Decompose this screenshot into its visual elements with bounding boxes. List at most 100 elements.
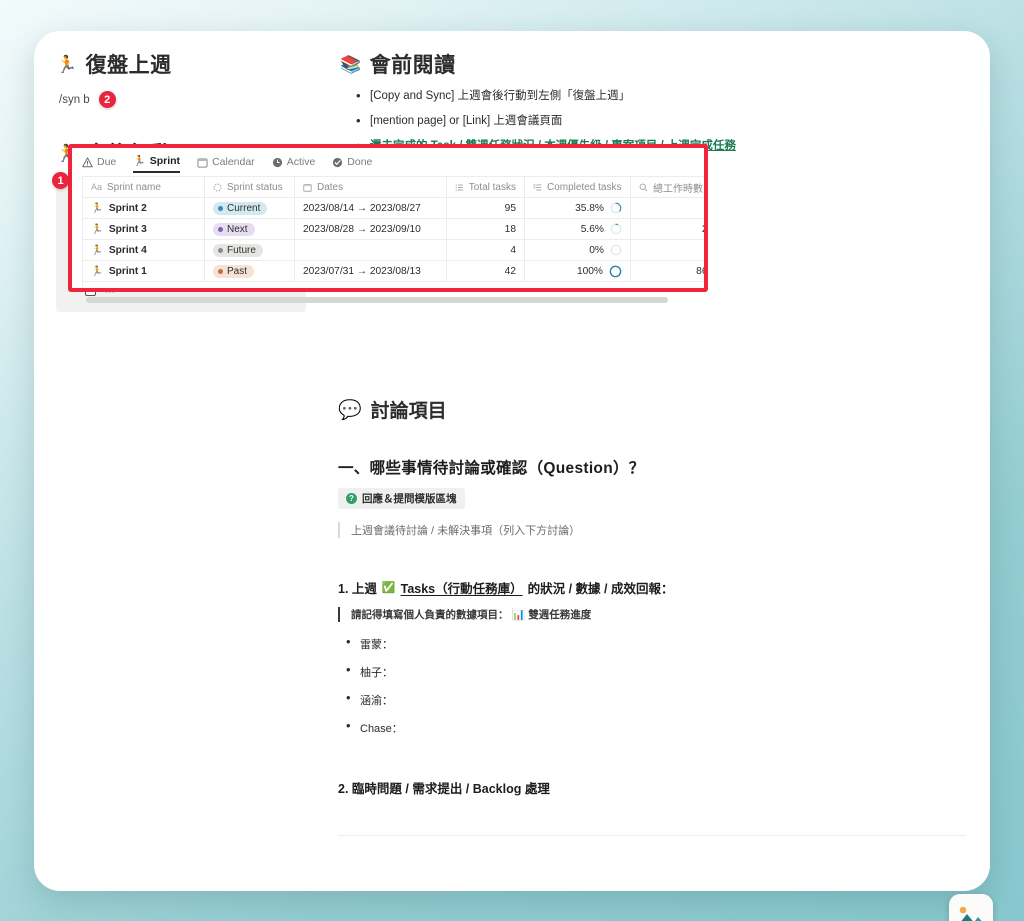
status-dot-icon bbox=[218, 205, 223, 211]
cell-total-tasks[interactable]: 18 bbox=[446, 218, 525, 240]
column-header-sprint-name[interactable]: Aa Sprint name bbox=[82, 176, 205, 198]
pre-meeting-reading-heading: 📚 會前閱讀 bbox=[340, 49, 990, 79]
cell-dates[interactable] bbox=[294, 239, 447, 261]
discussion-heading: 💬 討論項目 bbox=[338, 396, 966, 423]
cell-completed-tasks[interactable]: 35.8% bbox=[524, 197, 631, 219]
runner-icon: 🏃 bbox=[133, 155, 146, 167]
calendar-icon bbox=[197, 157, 208, 168]
cell-total-tasks[interactable]: 4 bbox=[446, 239, 525, 261]
rollup-icon bbox=[455, 184, 464, 190]
progress-ring-icon bbox=[610, 223, 622, 235]
template-block-chip[interactable]: ? 回應＆提問模版區塊 bbox=[338, 488, 465, 509]
list-item: 柚子： bbox=[346, 662, 966, 680]
item-2-heading: 2. 臨時問題 / 需求提出 / Backlog 處理 bbox=[338, 782, 550, 796]
column-header-dates[interactable]: Dates bbox=[294, 176, 447, 198]
progress-ring-icon bbox=[610, 244, 622, 256]
status-label: Past bbox=[227, 265, 248, 277]
sprint-name-text: Sprint 1 bbox=[108, 265, 147, 277]
status-label: Future bbox=[227, 244, 256, 256]
horizontal-scrollbar-thumb[interactable] bbox=[86, 297, 668, 303]
cell-completed-tasks[interactable]: 5.6% bbox=[524, 218, 631, 240]
cell-sprint-status[interactable]: Past bbox=[204, 260, 295, 282]
view-tab-calendar[interactable]: Calendar bbox=[197, 156, 255, 172]
item-1-quote: 請記得填寫個人負責的數據項目： 📊 雙週任務進度 bbox=[338, 607, 966, 622]
completed-pct-text: 35.8% bbox=[575, 202, 604, 214]
image-icon bbox=[949, 894, 993, 921]
runner-icon: 🏃 bbox=[91, 223, 103, 235]
bullet-item: [mention page] or [Link] 上週會議頁面 bbox=[356, 113, 990, 130]
new-row-label: New bbox=[103, 287, 124, 288]
completed-pct-text: 100% bbox=[576, 265, 603, 277]
cell-sprint-name[interactable]: 🏃 Sprint 1 bbox=[82, 260, 205, 282]
database-view-tabs: Due 🏃 Sprint Calendar Active Done bbox=[82, 155, 704, 176]
cell-total-tasks[interactable]: 42 bbox=[446, 260, 525, 282]
chip-label: 回應＆提問模版區塊 bbox=[362, 493, 457, 505]
document-page-card: 🏃 復盤上週 /syn b 2 🏃 會後行動 1 1 2 會 bbox=[34, 31, 990, 891]
completed-pct-text: 0% bbox=[589, 244, 604, 256]
cell-dates[interactable]: 2023/08/14 → 2023/08/27 bbox=[294, 197, 447, 219]
item-1-link[interactable]: Tasks（行動任務庫） bbox=[401, 578, 523, 597]
view-tab-due[interactable]: Due bbox=[82, 156, 116, 172]
runner-icon: 🏃 bbox=[91, 265, 103, 277]
sprint-table: Aa Sprint name Sprint status Dates Total… bbox=[82, 176, 704, 282]
cell-sprint-name[interactable]: 🏃 Sprint 2 bbox=[82, 197, 205, 219]
cell-sprint-name[interactable]: 🏃 Sprint 3 bbox=[82, 218, 205, 240]
view-tab-sprint[interactable]: 🏃 Sprint bbox=[133, 155, 181, 173]
view-tab-done[interactable]: Done bbox=[332, 156, 372, 172]
cell-dates[interactable]: 2023/07/31 → 2023/08/13 bbox=[294, 260, 447, 282]
table-header-row: Aa Sprint name Sprint status Dates Total… bbox=[82, 176, 704, 198]
view-tab-label: Sprint bbox=[149, 155, 181, 167]
runner-icon: 🏃 bbox=[91, 202, 103, 214]
cell-work-hours[interactable]: 0 bbox=[630, 239, 704, 261]
item-1-quote-prefix: 請記得填寫個人負責的數據項目： bbox=[351, 609, 509, 621]
view-tab-label: Done bbox=[347, 156, 373, 168]
column-header-sprint-status[interactable]: Sprint status bbox=[204, 176, 295, 198]
sprint-database-highlight-box: Due 🏃 Sprint Calendar Active Done Aa Spr… bbox=[68, 144, 708, 292]
cell-work-hours[interactable]: 97 bbox=[630, 197, 704, 219]
step-badge-1: 1 bbox=[52, 172, 69, 189]
cell-total-tasks[interactable]: 95 bbox=[446, 197, 525, 219]
table-row[interactable]: 🏃 Sprint 3 Next 2023/08/28 → 2023/09/10 … bbox=[82, 218, 704, 240]
question-section-heading: 一、哪些事情待討論或確認（Question）？ bbox=[338, 460, 645, 477]
cell-work-hours[interactable]: 86.5 bbox=[630, 260, 704, 282]
column-label: 總工作時數 bbox=[653, 183, 703, 195]
view-tab-active[interactable]: Active bbox=[272, 156, 316, 172]
runner-icon: 🏃 bbox=[91, 244, 103, 256]
status-dot-icon bbox=[218, 226, 223, 232]
cell-sprint-status[interactable]: Next bbox=[204, 218, 295, 240]
column-header-total-tasks[interactable]: Total tasks bbox=[446, 176, 525, 198]
review-last-week-heading: 🏃 復盤上週 bbox=[56, 49, 306, 79]
table-row[interactable]: 🏃 Sprint 4 Future 4 0% bbox=[82, 239, 704, 261]
sprint-name-text: Sprint 2 bbox=[108, 202, 147, 214]
cell-completed-tasks[interactable]: 0% bbox=[524, 239, 631, 261]
progress-ring-icon bbox=[610, 202, 622, 214]
cell-sprint-status[interactable]: Future bbox=[204, 239, 295, 261]
item-1-quote-link[interactable]: 雙週任務進度 bbox=[528, 607, 591, 622]
image-app-icon[interactable] bbox=[949, 894, 993, 921]
cell-completed-tasks[interactable]: 100% bbox=[524, 260, 631, 282]
sprint-name-text: Sprint 3 bbox=[108, 223, 147, 235]
check-circle-icon bbox=[333, 157, 343, 167]
pre-meeting-reading-label: 會前閱讀 bbox=[369, 54, 456, 77]
cell-dates[interactable]: 2023/08/28 → 2023/09/10 bbox=[294, 218, 447, 240]
add-new-row-button[interactable]: + New bbox=[82, 282, 704, 288]
step-badge-2: 2 bbox=[98, 91, 116, 108]
status-pill: Past bbox=[213, 264, 255, 278]
cell-sprint-status[interactable]: Current bbox=[204, 197, 295, 219]
syn-command-row: /syn b 2 bbox=[59, 91, 306, 108]
progress-ring-icon bbox=[609, 265, 622, 277]
cell-work-hours[interactable]: 2.5 bbox=[630, 218, 704, 240]
column-header-completed-tasks[interactable]: Completed tasks bbox=[524, 176, 631, 198]
discussion-section: 💬 討論項目 一、哪些事情待討論或確認（Question）？ ? 回應＆提問模版… bbox=[338, 396, 966, 891]
status-dot-icon bbox=[218, 247, 223, 253]
view-tab-label: Active bbox=[286, 156, 316, 168]
column-label: Dates bbox=[317, 181, 344, 193]
section-divider bbox=[338, 835, 966, 836]
review-last-week-label: 復盤上週 bbox=[85, 54, 172, 77]
column-header-work-hours[interactable]: 總工作時數 bbox=[630, 176, 704, 198]
table-row[interactable]: 🏃 Sprint 1 Past 2023/07/31 → 2023/08/13 … bbox=[82, 260, 704, 282]
column-label: Total tasks bbox=[468, 181, 516, 193]
table-row[interactable]: 🏃 Sprint 2 Current 2023/08/14 → 2023/08/… bbox=[82, 197, 704, 219]
question-section-quote: 上週會議待討論 / 未解決事項（列入下方討論） bbox=[338, 522, 966, 538]
cell-sprint-name[interactable]: 🏃 Sprint 4 bbox=[82, 239, 205, 261]
